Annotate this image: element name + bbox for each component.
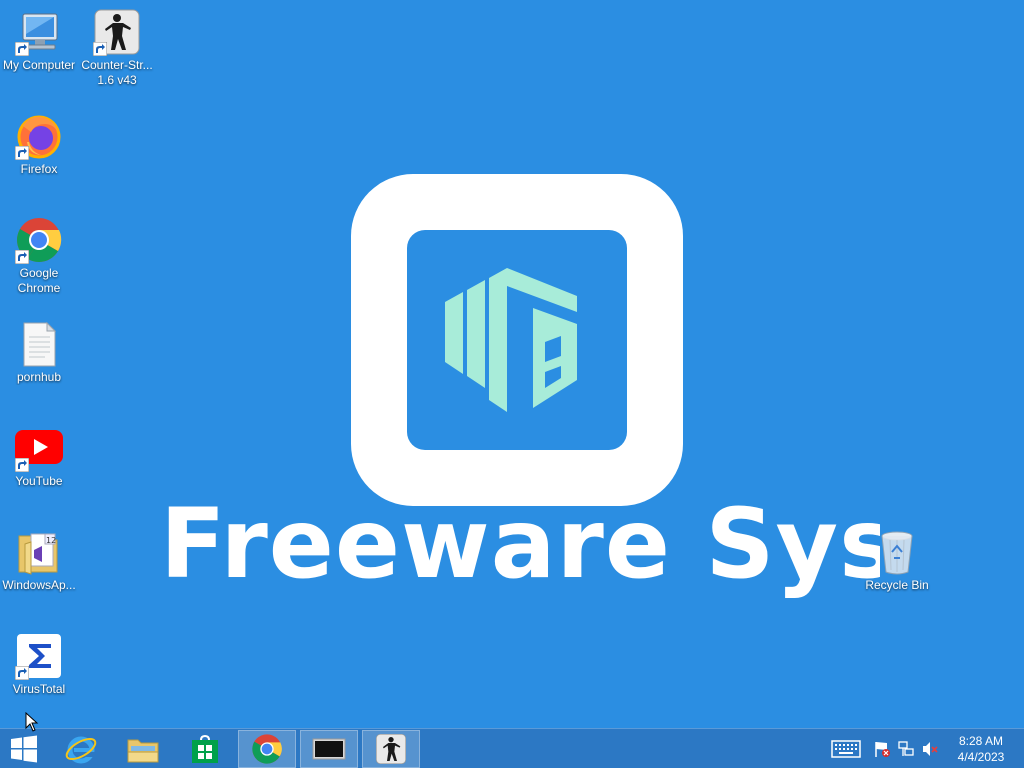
taskbar-counter-strike[interactable] bbox=[362, 730, 420, 768]
desktop-icon-label: Counter-Str... 1.6 v43 bbox=[81, 58, 153, 87]
start-icon bbox=[11, 735, 37, 763]
taskbar-console-window[interactable] bbox=[300, 730, 358, 768]
desktop-icon-firefox[interactable]: Firefox bbox=[0, 112, 78, 177]
clock-date: 4/4/2023 bbox=[957, 750, 1005, 764]
file-explorer-icon bbox=[127, 739, 159, 763]
volume-muted-icon bbox=[923, 742, 938, 756]
taskbar: 8:28 AM 4/4/2023 bbox=[0, 728, 1024, 768]
desktop-icon-text-file[interactable]: pornhub bbox=[0, 320, 78, 385]
taskbar-file-explorer[interactable] bbox=[114, 730, 172, 768]
taskbar-clock[interactable]: 8:28 AM 4/4/2023 bbox=[950, 733, 1012, 765]
firefox-icon bbox=[15, 112, 63, 160]
my-computer-icon bbox=[15, 8, 63, 56]
tray-volume[interactable] bbox=[920, 739, 940, 759]
internet-explorer-icon bbox=[65, 736, 97, 764]
desktop-icon-label: WindowsAp... bbox=[2, 578, 76, 592]
wallpaper-brand-text: Freeware Sys bbox=[160, 488, 880, 600]
clock-time: 8:28 AM bbox=[958, 734, 1004, 748]
counter-strike-icon bbox=[93, 8, 141, 56]
tray-action-center[interactable] bbox=[872, 739, 892, 759]
desktop-icon-label: VirusTotal bbox=[12, 682, 66, 696]
mouse-cursor-icon bbox=[25, 712, 39, 732]
virustotal-icon bbox=[15, 632, 63, 680]
wallpaper: Freeware Sys bbox=[0, 0, 1024, 768]
desktop-icon-label: Google Chrome bbox=[17, 266, 61, 295]
desktop-icon-youtube[interactable]: YouTube bbox=[0, 424, 78, 489]
desktop-icon-windowsapps-folder[interactable]: 12 WindowsAp... bbox=[0, 528, 78, 593]
desktop-icon-my-computer[interactable]: My Computer bbox=[0, 8, 78, 73]
svg-text:12: 12 bbox=[46, 536, 56, 545]
recycle-bin-icon bbox=[873, 528, 921, 576]
tray-keyboard[interactable] bbox=[830, 739, 862, 759]
youtube-icon bbox=[15, 424, 63, 472]
store-icon bbox=[192, 734, 218, 763]
desktop-icon-virustotal[interactable]: VirusTotal bbox=[0, 632, 78, 697]
taskbar-internet-explorer[interactable] bbox=[52, 730, 110, 768]
desktop-icon-label: My Computer bbox=[2, 58, 76, 72]
taskbar-chrome[interactable] bbox=[238, 730, 296, 768]
start-button[interactable] bbox=[0, 730, 48, 768]
desktop-icon-label: YouTube bbox=[15, 474, 63, 488]
counter-strike-icon bbox=[376, 734, 406, 764]
console-window-icon bbox=[312, 738, 346, 760]
desktop-icon-counter-strike[interactable]: Counter-Str... 1.6 v43 bbox=[78, 8, 156, 88]
network-icon bbox=[898, 741, 914, 756]
action-center-flag-icon bbox=[875, 742, 890, 757]
wallpaper-logo bbox=[351, 174, 683, 506]
desktop-icon-label: Recycle Bin bbox=[865, 578, 929, 592]
text-file-icon bbox=[15, 320, 63, 368]
keyboard-icon bbox=[831, 740, 861, 758]
taskbar-store[interactable] bbox=[176, 730, 234, 768]
chrome-icon bbox=[15, 216, 63, 264]
desktop-icon-recycle-bin[interactable]: Recycle Bin bbox=[858, 528, 936, 593]
desktop-icon-google-chrome[interactable]: Google Chrome bbox=[0, 216, 78, 296]
desktop-icon-label: pornhub bbox=[16, 370, 62, 384]
desktop-icon-label: Firefox bbox=[20, 162, 58, 176]
tray-network[interactable] bbox=[896, 739, 916, 759]
folder-icon: 12 bbox=[15, 528, 63, 576]
chrome-icon bbox=[252, 734, 282, 764]
freeware-logo-icon bbox=[445, 268, 577, 412]
